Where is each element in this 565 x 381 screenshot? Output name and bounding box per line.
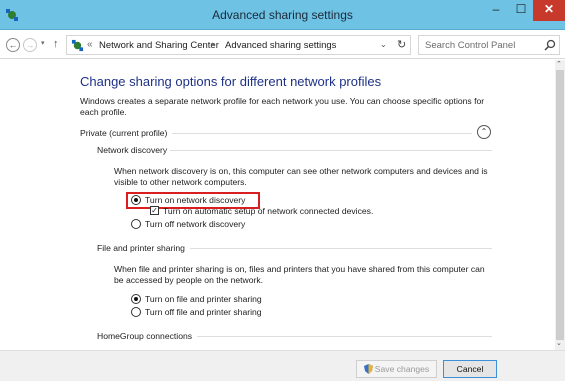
homegroup-connections-heading: HomeGroup connections xyxy=(97,331,193,341)
collapse-profile-button[interactable]: ⌃ xyxy=(477,125,491,139)
save-changes-label: Save changes xyxy=(374,364,430,374)
file-printer-sharing-heading: File and printer sharing xyxy=(97,243,185,253)
breadcrumb-advanced-sharing-settings[interactable]: Advanced sharing settings xyxy=(225,40,336,51)
forward-button[interactable]: → xyxy=(23,38,37,52)
option-label: Turn on network discovery xyxy=(145,195,246,205)
address-bar[interactable]: « Network and Sharing Center ▸ Advanced … xyxy=(66,35,411,55)
option-label: Turn off network discovery xyxy=(145,219,246,229)
vertical-scrollbar[interactable]: ⌃ ⌄ xyxy=(555,60,565,350)
network-icon xyxy=(71,39,84,52)
network-discovery-heading: Network discovery xyxy=(97,145,168,155)
recent-locations-button[interactable]: ▾ xyxy=(41,39,45,47)
settings-content: Change sharing options for different net… xyxy=(0,60,555,350)
page-title: Change sharing options for different net… xyxy=(80,74,382,89)
close-button[interactable]: ✕ xyxy=(533,0,565,21)
search-icon[interactable] xyxy=(544,39,556,51)
file-printer-description: When file and printer sharing is on, fil… xyxy=(114,264,485,285)
checkbox[interactable]: ✓ xyxy=(150,206,159,215)
title-bar: Advanced sharing settings – ☐ ✕ xyxy=(0,0,565,30)
scroll-thumb[interactable] xyxy=(556,70,564,340)
radio-button[interactable] xyxy=(131,219,141,229)
divider xyxy=(190,248,492,249)
breadcrumb-network-and-sharing-center[interactable]: Network and Sharing Center xyxy=(99,40,219,51)
address-dropdown-button[interactable]: ⌄ xyxy=(380,40,387,49)
cancel-button[interactable]: Cancel xyxy=(443,360,497,378)
radio-button[interactable] xyxy=(131,307,141,317)
search-input[interactable] xyxy=(425,40,535,51)
network-discovery-description: When network discovery is on, this compu… xyxy=(114,166,488,187)
scroll-down-arrow-icon[interactable]: ⌄ xyxy=(556,339,562,347)
option-label: Turn on file and printer sharing xyxy=(145,294,262,304)
shield-icon xyxy=(363,364,373,374)
back-button[interactable]: ← xyxy=(6,38,20,52)
scroll-up-arrow-icon[interactable]: ⌃ xyxy=(556,60,562,68)
divider xyxy=(170,150,492,151)
up-button[interactable]: ↑ xyxy=(53,38,59,50)
breadcrumb-arrow[interactable]: ▸ xyxy=(212,40,216,48)
divider xyxy=(172,133,472,134)
footer-bar: Save changes Cancel xyxy=(0,350,565,381)
save-changes-button[interactable]: Save changes xyxy=(356,360,437,378)
maximize-button[interactable]: ☐ xyxy=(509,0,533,21)
option-label: Turn off file and printer sharing xyxy=(145,307,262,317)
checkbox-label: Turn on automatic setup of network conne… xyxy=(163,206,374,216)
breadcrumb-overflow[interactable]: « xyxy=(87,39,93,50)
divider xyxy=(197,336,492,337)
radio-button[interactable] xyxy=(131,195,141,205)
search-box[interactable] xyxy=(418,35,560,55)
navigation-bar: ← → ▾ ↑ « Network and Sharing Center ▸ A… xyxy=(0,31,565,59)
intro-text: Windows creates a separate network profi… xyxy=(80,96,485,117)
radio-button[interactable] xyxy=(131,294,141,304)
window-title: Advanced sharing settings xyxy=(212,8,353,22)
profile-private-label[interactable]: Private (current profile) xyxy=(80,128,167,138)
refresh-button[interactable]: ↻ xyxy=(397,38,406,51)
minimize-button[interactable]: – xyxy=(483,0,509,21)
